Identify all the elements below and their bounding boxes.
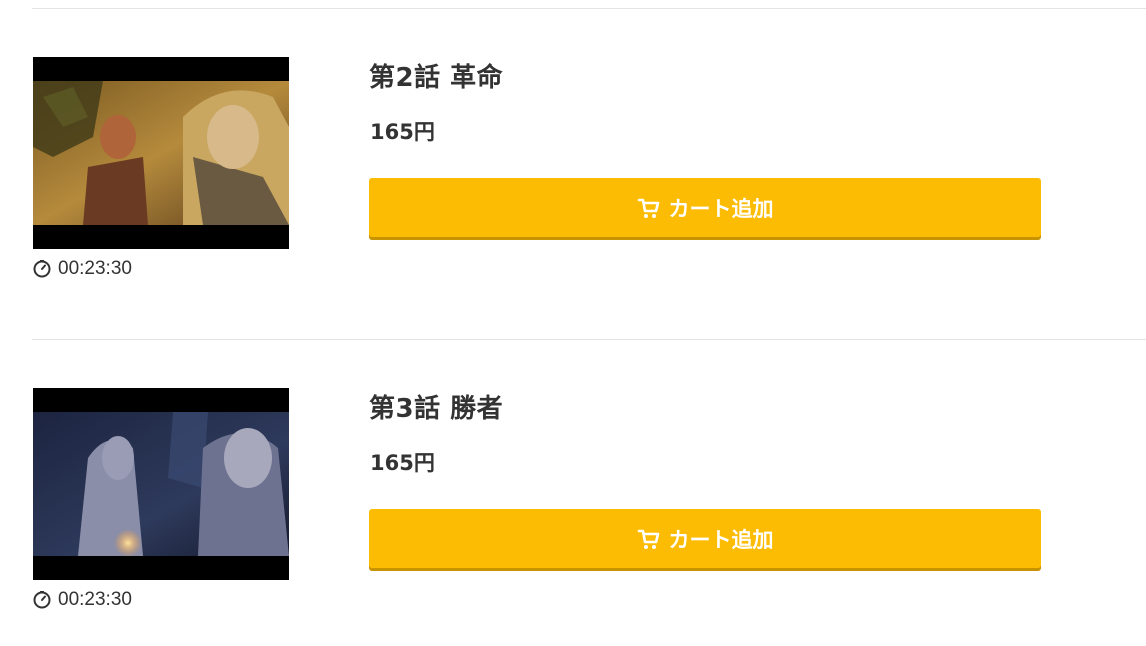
episode-title[interactable]: 第2話 革命 — [369, 61, 503, 95]
add-to-cart-button[interactable]: カート追加 — [369, 178, 1041, 237]
episode-thumbnail[interactable] — [33, 57, 289, 249]
clock-icon — [33, 591, 51, 609]
duration-text: 00:23:30 — [58, 589, 132, 610]
episode-price: 165円 — [370, 120, 435, 144]
cart-button-label: カート追加 — [668, 527, 774, 552]
cart-button-label: カート追加 — [668, 196, 774, 221]
divider — [32, 8, 1146, 9]
episode-duration: 00:23:30 — [33, 257, 132, 281]
episode-price: 165円 — [370, 451, 435, 475]
divider — [32, 339, 1146, 340]
episode-title[interactable]: 第3話 勝者 — [369, 392, 503, 426]
episode-list: 00:23:30 第2話 革命 165円 カート追加 00:23:30 第3話 … — [0, 0, 1146, 646]
episode-thumbnail[interactable] — [33, 388, 289, 580]
cart-icon — [637, 198, 659, 218]
cart-icon — [637, 529, 659, 549]
add-to-cart-button[interactable]: カート追加 — [369, 509, 1041, 568]
episode-item: 00:23:30 第3話 勝者 165円 カート追加 — [0, 388, 1146, 628]
episode-item: 00:23:30 第2話 革命 165円 カート追加 — [0, 57, 1146, 297]
clock-icon — [33, 260, 51, 278]
episode-duration: 00:23:30 — [33, 588, 132, 612]
duration-text: 00:23:30 — [58, 258, 132, 279]
